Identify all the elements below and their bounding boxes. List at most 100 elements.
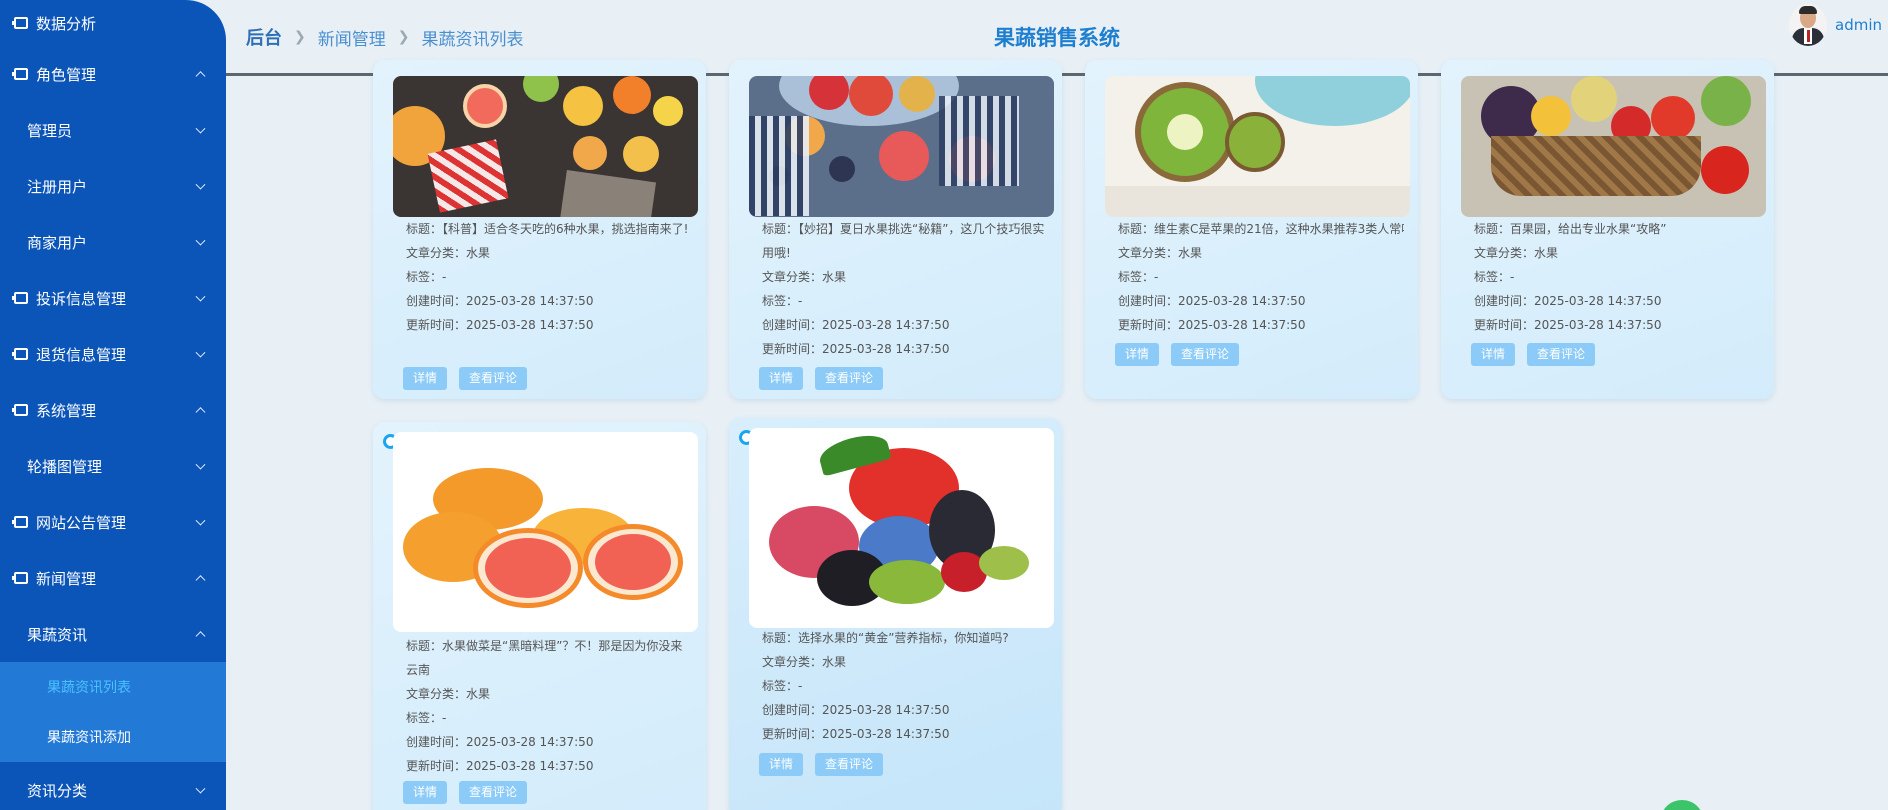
sidebar-item-merchant-users[interactable]: 商家用户 bbox=[0, 214, 226, 270]
news-image[interactable] bbox=[749, 428, 1054, 628]
news-created: 创建时间：2025-03-28 14:37:50 bbox=[762, 318, 950, 332]
chevron-down-icon bbox=[195, 347, 206, 358]
chevron-right-icon: ❯ bbox=[294, 29, 306, 45]
detail-button[interactable]: 详情 bbox=[759, 753, 804, 776]
news-image[interactable] bbox=[1105, 76, 1410, 217]
news-created: 创建时间：2025-03-28 14:37:50 bbox=[762, 703, 950, 717]
menu-icon bbox=[12, 348, 28, 360]
view-comments-button[interactable]: 查看评论 bbox=[815, 753, 884, 776]
news-meta: 标题：选择水果的“黄金”营养指标，你知道吗? 文章分类：水果 标签：- 创建时间… bbox=[762, 626, 1048, 746]
breadcrumb-news-management[interactable]: 新闻管理 bbox=[318, 25, 386, 50]
sidebar-item-news-category[interactable]: 资讯分类 bbox=[0, 762, 226, 810]
news-tags: 标签：- bbox=[1118, 270, 1159, 284]
news-meta: 标题：维生素C是苹果的21倍，这种水果推荐3类人常吃 文章分类：水果 标签：- … bbox=[1118, 217, 1404, 337]
menu-icon bbox=[12, 572, 28, 584]
detail-button[interactable]: 详情 bbox=[403, 367, 448, 390]
menu-icon bbox=[12, 292, 28, 304]
menu-icon bbox=[12, 17, 28, 29]
chevron-up-icon bbox=[195, 407, 206, 418]
username[interactable]: admin bbox=[1835, 16, 1882, 34]
news-tags: 标签：- bbox=[762, 294, 803, 308]
sidebar-item-label: 注册用户 bbox=[27, 177, 88, 196]
news-category: 文章分类：水果 bbox=[406, 246, 491, 260]
menu-icon bbox=[12, 404, 28, 416]
news-card: 标题：水果做菜是“黑暗料理”？不！那是因为你没来云南 文章分类：水果 标签：- … bbox=[373, 422, 706, 810]
card-actions: 详情 查看评论 bbox=[1471, 343, 1596, 366]
news-created: 创建时间：2025-03-28 14:37:50 bbox=[1474, 294, 1662, 308]
view-comments-button[interactable]: 查看评论 bbox=[1527, 343, 1596, 366]
card-actions: 详情 查看评论 bbox=[1115, 343, 1240, 366]
sidebar-item-label: 果蔬资讯 bbox=[27, 625, 88, 644]
news-created: 创建时间：2025-03-28 14:37:50 bbox=[406, 735, 594, 749]
card-actions: 详情 查看评论 bbox=[759, 367, 884, 390]
chevron-right-icon: ❯ bbox=[397, 29, 410, 45]
sidebar-item-produce-news[interactable]: 果蔬资讯 bbox=[0, 606, 226, 662]
news-meta: 标题：【科普】适合冬天吃的6种水果，挑选指南来了! 文章分类：水果 标签：- 创… bbox=[406, 217, 692, 337]
sidebar-item-label: 数据分析 bbox=[36, 14, 97, 33]
view-comments-button[interactable]: 查看评论 bbox=[459, 781, 528, 804]
sidebar-item-registered-users[interactable]: 注册用户 bbox=[0, 158, 226, 214]
menu-icon bbox=[12, 68, 28, 80]
news-updated: 更新时间：2025-03-28 14:37:50 bbox=[762, 727, 950, 741]
chevron-down-icon bbox=[195, 123, 206, 134]
news-category: 文章分类：水果 bbox=[762, 655, 847, 669]
sidebar-item-label: 管理员 bbox=[27, 121, 73, 140]
sidebar-item-complaints[interactable]: 投诉信息管理 bbox=[0, 270, 226, 326]
news-meta: 标题：【妙招】夏日水果挑选“秘籍”，这几个技巧很实用哦! 文章分类：水果 标签：… bbox=[762, 217, 1048, 361]
sidebar-item-label: 角色管理 bbox=[36, 65, 97, 84]
avatar[interactable] bbox=[1789, 4, 1827, 46]
detail-button[interactable]: 详情 bbox=[403, 781, 448, 804]
sidebar-item-role-management[interactable]: 角色管理 bbox=[0, 46, 226, 102]
sidebar-item-news[interactable]: 新闻管理 bbox=[0, 550, 226, 606]
sidebar-item-data-analysis[interactable]: 数据分析 bbox=[0, 0, 226, 46]
sidebar-item-label: 投诉信息管理 bbox=[36, 289, 127, 308]
sidebar-item-label: 新闻管理 bbox=[36, 569, 97, 588]
sidebar: 数据分析 角色管理 管理员 注册用户 商家用户 投诉信息管理 退货信息管理 系统… bbox=[0, 0, 226, 810]
news-updated: 更新时间：2025-03-28 14:37:50 bbox=[1118, 318, 1306, 332]
news-card: 标题：百果园，给出专业水果“攻略” 文章分类：水果 标签：- 创建时间：2025… bbox=[1441, 60, 1774, 399]
chevron-down-icon bbox=[195, 515, 206, 526]
news-category: 文章分类：水果 bbox=[1474, 246, 1559, 260]
news-updated: 更新时间：2025-03-28 14:37:50 bbox=[1474, 318, 1662, 332]
sidebar-item-label: 资讯分类 bbox=[27, 781, 88, 800]
news-image[interactable] bbox=[749, 76, 1054, 217]
sidebar-item-label: 网站公告管理 bbox=[36, 513, 127, 532]
chevron-down-icon bbox=[195, 459, 206, 470]
news-title: 标题：【科普】适合冬天吃的6种水果，挑选指南来了! bbox=[406, 222, 689, 236]
news-created: 创建时间：2025-03-28 14:37:50 bbox=[1118, 294, 1306, 308]
news-updated: 更新时间：2025-03-28 14:37:50 bbox=[762, 342, 950, 356]
news-image[interactable] bbox=[393, 432, 698, 632]
detail-button[interactable]: 详情 bbox=[1471, 343, 1516, 366]
news-image[interactable] bbox=[1461, 76, 1766, 217]
chevron-up-icon bbox=[195, 631, 206, 642]
sidebar-item-announcements[interactable]: 网站公告管理 bbox=[0, 494, 226, 550]
breadcrumb-home[interactable]: 后台 bbox=[246, 24, 282, 50]
news-category: 文章分类：水果 bbox=[762, 270, 847, 284]
sidebar-item-label: 系统管理 bbox=[36, 401, 97, 420]
news-tags: 标签：- bbox=[762, 679, 803, 693]
user-menu[interactable]: admin bbox=[1789, 4, 1882, 46]
sidebar-item-admin[interactable]: 管理员 bbox=[0, 102, 226, 158]
news-updated: 更新时间：2025-03-28 14:37:50 bbox=[406, 759, 594, 773]
view-comments-button[interactable]: 查看评论 bbox=[815, 367, 884, 390]
sidebar-item-system[interactable]: 系统管理 bbox=[0, 382, 226, 438]
news-meta: 标题：水果做菜是“黑暗料理”？不！那是因为你没来云南 文章分类：水果 标签：- … bbox=[406, 634, 692, 778]
sidebar-item-produce-news-list[interactable]: 果蔬资讯列表 bbox=[0, 662, 226, 712]
view-comments-button[interactable]: 查看评论 bbox=[1171, 343, 1240, 366]
detail-button[interactable]: 详情 bbox=[759, 367, 804, 390]
sidebar-item-produce-news-add[interactable]: 果蔬资讯添加 bbox=[0, 712, 226, 762]
chevron-down-icon bbox=[195, 179, 206, 190]
sidebar-item-returns[interactable]: 退货信息管理 bbox=[0, 326, 226, 382]
sidebar-item-carousel[interactable]: 轮播图管理 bbox=[0, 438, 226, 494]
detail-button[interactable]: 详情 bbox=[1115, 343, 1160, 366]
news-category: 文章分类：水果 bbox=[406, 687, 491, 701]
floating-action-icon[interactable] bbox=[1660, 800, 1704, 810]
breadcrumb: 后台 ❯ 新闻管理 ❯ 果蔬资讯列表 bbox=[246, 24, 523, 50]
chevron-up-icon bbox=[195, 71, 206, 82]
view-comments-button[interactable]: 查看评论 bbox=[459, 367, 528, 390]
news-image[interactable] bbox=[393, 76, 698, 217]
news-meta: 标题：百果园，给出专业水果“攻略” 文章分类：水果 标签：- 创建时间：2025… bbox=[1474, 217, 1760, 337]
breadcrumb-current: 果蔬资讯列表 bbox=[421, 29, 524, 50]
news-card: 标题：选择水果的“黄金”营养指标，你知道吗? 文章分类：水果 标签：- 创建时间… bbox=[729, 418, 1062, 810]
news-tags: 标签：- bbox=[1474, 270, 1515, 284]
